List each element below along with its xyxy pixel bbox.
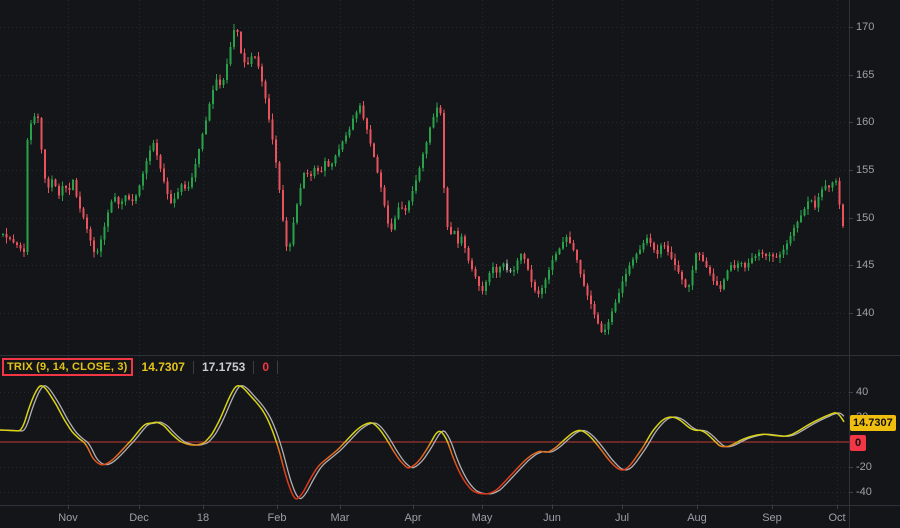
time-axis-label: Mar (331, 512, 350, 524)
indicator-legend: TRIX (9, 14, CLOSE, 3) 14.7307 17.1753 0 (2, 358, 286, 376)
price-axis-label: 145 (856, 259, 874, 271)
time-axis-label: Apr (404, 512, 421, 524)
time-axis-label: Dec (129, 512, 149, 524)
zero-line-badge: 0 (850, 435, 866, 451)
legend-divider (193, 361, 194, 374)
legend-divider (253, 361, 254, 374)
time-axis-label: Aug (687, 512, 707, 524)
price-axis-label: 170 (856, 21, 874, 33)
indicator-value-trix: 14.7307 (142, 360, 185, 374)
trix-axis-label: -40 (856, 486, 872, 498)
indicator-value-zero: 0 (262, 360, 269, 374)
legend-divider (277, 361, 278, 374)
price-axis-label: 160 (856, 116, 874, 128)
time-axis-label: May (472, 512, 493, 524)
price-axis-label: 140 (856, 307, 874, 319)
time-axis-label: 18 (197, 512, 209, 524)
time-axis-label: Feb (268, 512, 287, 524)
time-axis-label: Oct (828, 512, 845, 524)
price-axis-label: 155 (856, 164, 874, 176)
indicator-title[interactable]: TRIX (9, 14, CLOSE, 3) (2, 358, 133, 376)
price-axis-label: 165 (856, 69, 874, 81)
chart-root: TRIX (9, 14, CLOSE, 3) 14.7307 17.1753 0… (0, 0, 900, 528)
trix-value-badge: 14.7307 (850, 415, 896, 431)
time-axis-label: Sep (762, 512, 782, 524)
indicator-value-signal: 17.1753 (202, 360, 245, 374)
trix-axis-label: 40 (856, 386, 868, 398)
chart-canvas[interactable] (0, 0, 900, 528)
time-axis-label: Jul (615, 512, 629, 524)
time-axis-label: Jun (543, 512, 561, 524)
price-axis-label: 150 (856, 212, 874, 224)
time-axis-label: Nov (58, 512, 78, 524)
trix-axis-label: -20 (856, 461, 872, 473)
